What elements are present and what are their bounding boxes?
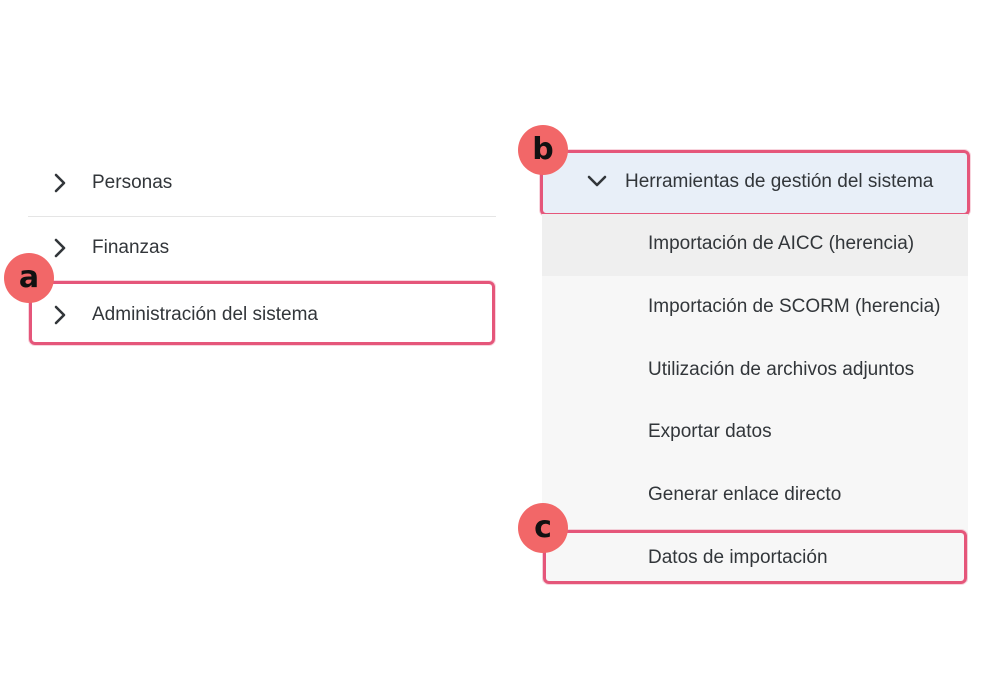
nav-item-personas[interactable]: Personas bbox=[28, 151, 496, 215]
chevron-right-icon bbox=[54, 238, 66, 258]
submenu-item-exportar-datos[interactable]: Exportar datos bbox=[542, 402, 968, 464]
annotation-badge-c: c bbox=[518, 503, 568, 553]
submenu-item-label: Generar enlace directo bbox=[648, 484, 842, 505]
submenu-item-label: Importación de SCORM (herencia) bbox=[648, 296, 941, 317]
nav-group-label: Herramientas de gestión del sistema bbox=[625, 171, 934, 192]
annotation-badge-a: a bbox=[4, 253, 54, 303]
nav-item-label: Personas bbox=[92, 172, 173, 193]
nav-item-label: Administración del sistema bbox=[92, 304, 318, 325]
submenu-item-archivos-adjuntos[interactable]: Utilización de archivos adjuntos bbox=[542, 340, 968, 402]
submenu-item-importacion-scorm[interactable]: Importación de SCORM (herencia) bbox=[542, 277, 968, 339]
annotation-badge-b: b bbox=[518, 125, 568, 175]
submenu-item-importacion-aicc[interactable]: Importación de AICC (herencia) bbox=[542, 214, 968, 276]
submenu-item-generar-enlace[interactable]: Generar enlace directo bbox=[542, 465, 968, 527]
chevron-right-icon bbox=[54, 305, 66, 325]
submenu-item-datos-de-importacion[interactable]: Datos de importación bbox=[542, 528, 968, 590]
nav-group-herramientas-de-gestion[interactable]: Herramientas de gestión del sistema bbox=[542, 152, 968, 214]
chevron-right-icon bbox=[54, 173, 66, 193]
submenu-item-label: Importación de AICC (herencia) bbox=[648, 233, 915, 254]
submenu-item-label: Datos de importación bbox=[648, 547, 828, 568]
submenu-item-label: Utilización de archivos adjuntos bbox=[648, 359, 915, 380]
chevron-down-icon bbox=[587, 175, 607, 187]
nav-item-label: Finanzas bbox=[92, 237, 170, 258]
nav-item-finanzas[interactable]: Finanzas bbox=[28, 216, 496, 280]
submenu-item-label: Exportar datos bbox=[648, 421, 772, 442]
nav-item-administracion-del-sistema[interactable]: Administración del sistema bbox=[28, 283, 496, 347]
